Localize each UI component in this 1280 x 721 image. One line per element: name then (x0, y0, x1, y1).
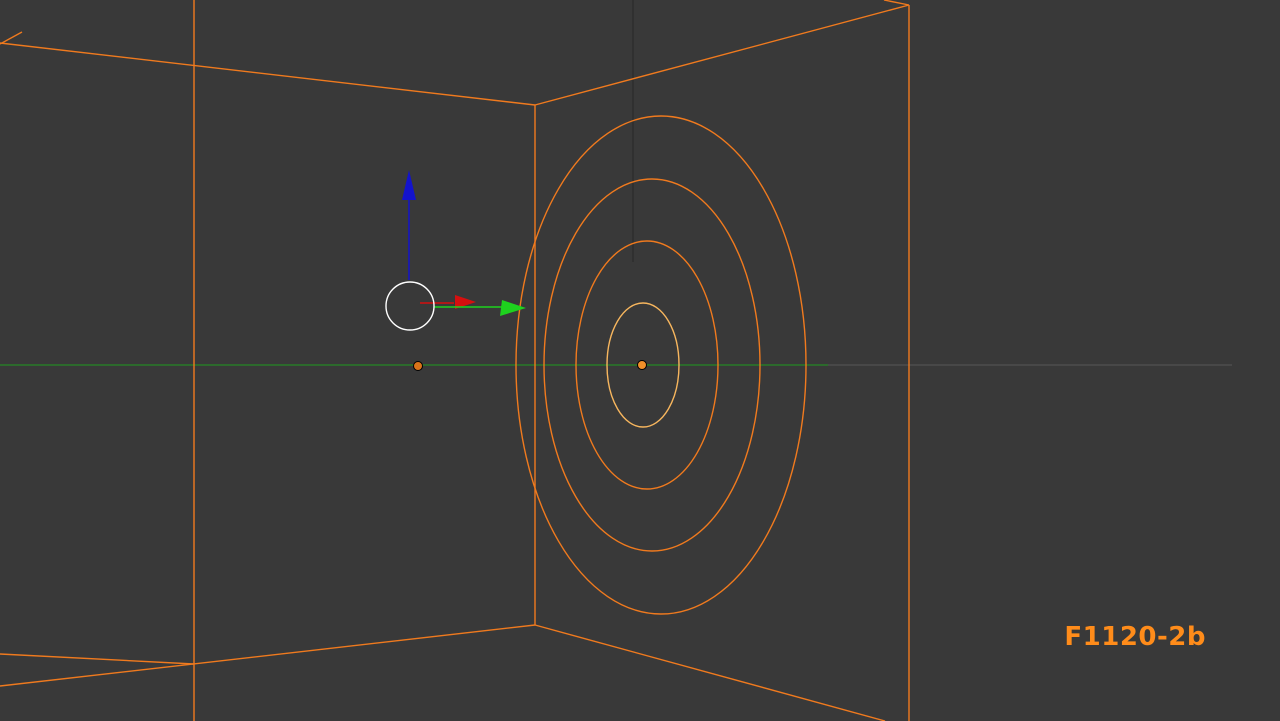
z-arrow-icon[interactable] (402, 170, 416, 200)
wireframe-edge (534, 624, 886, 721)
view-rotate-ring[interactable] (385, 281, 435, 331)
y-arrow-icon[interactable] (500, 300, 526, 316)
3d-viewport[interactable]: F1120-2b (0, 0, 1280, 721)
room-wireframe[interactable] (0, 0, 910, 721)
object-origin-icon[interactable] (637, 360, 647, 370)
wireframe-edge (883, 0, 910, 6)
wireframe-edge (0, 31, 23, 45)
wireframe-edge (0, 624, 536, 687)
frame-number-label: F1120-2b (1064, 622, 1206, 652)
move-manipulator-icon[interactable] (385, 170, 526, 331)
viewport-canvas[interactable] (0, 0, 1280, 721)
object-origin-icon[interactable] (413, 361, 423, 371)
wireframe-edge (0, 42, 536, 106)
wireframe-edge (0, 653, 195, 665)
wireframe-edge (534, 4, 910, 106)
